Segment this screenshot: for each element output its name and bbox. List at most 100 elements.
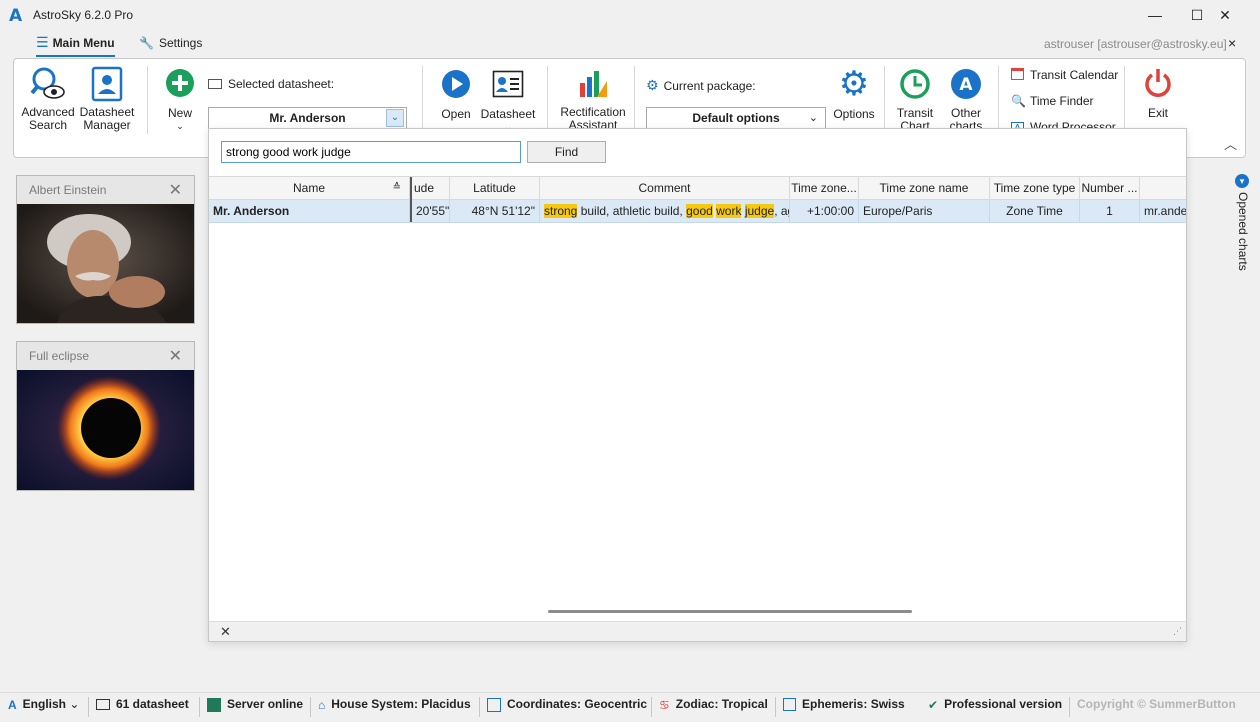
column-header-extra[interactable] (1140, 177, 1186, 200)
coordinates-label: Coordinates: Geocentric (507, 697, 648, 711)
current-package-label: ⚙ Current package: (646, 77, 756, 94)
minimize-button[interactable]: — (1141, 4, 1169, 26)
column-header-name[interactable]: Name ≙ (209, 177, 410, 200)
version-status: ✔ Professional version (928, 697, 1062, 712)
new-label: New (167, 106, 192, 120)
transit-calendar-button[interactable]: Transit Calendar (1011, 68, 1118, 82)
house-icon: ⌂ (318, 697, 326, 712)
language-label: English (22, 697, 67, 711)
house-system-label: House System: Placidus (331, 697, 471, 711)
card-header: Full eclipse ✕ (17, 342, 194, 370)
coordinates-status[interactable]: Coordinates: Geocentric (487, 697, 647, 712)
column-header-longitude[interactable]: ude (410, 177, 450, 200)
power-icon (1145, 69, 1171, 97)
column-header-label: Name (292, 181, 325, 195)
time-finder-label: Time Finder (1029, 94, 1094, 108)
datasheet-count: 61 datasheet (96, 697, 189, 711)
column-header-comment[interactable]: Comment (540, 177, 790, 200)
zodiac-status[interactable]: ♋ Zodiac: Tropical (659, 697, 768, 712)
ribbon-divider (998, 66, 999, 134)
word-processor-label: Word Processor (1030, 120, 1116, 128)
open-label: Open (441, 107, 471, 121)
language-selector[interactable]: A English ⌄ (8, 697, 79, 712)
cell-comment: strong build, athletic build, good work … (540, 200, 790, 222)
chart-card-eclipse[interactable]: Full eclipse ✕ (16, 341, 195, 491)
column-header-number[interactable]: Number ... (1080, 177, 1140, 200)
svg-text:A: A (959, 75, 973, 95)
column-header-latitude[interactable]: Latitude (450, 177, 540, 200)
ribbon-divider (547, 66, 548, 134)
datasheet-manager-label: Datasheet Manager (79, 105, 135, 132)
current-package-combo[interactable]: Default options ⌄ (646, 107, 826, 129)
transit-chart-button[interactable]: Transit Chart (892, 68, 938, 133)
column-header-timezone-type[interactable]: Time zone type (990, 177, 1080, 200)
cell-timezone-type: Zone Time (990, 200, 1080, 222)
full-eclipse-image (17, 370, 194, 490)
id-card-icon (208, 79, 222, 89)
tab-main-menu[interactable]: ☰ Main Menu (36, 34, 115, 57)
cell-name: Mr. Anderson (209, 200, 410, 222)
column-header-timezone-name[interactable]: Time zone name (859, 177, 990, 200)
resize-grip-icon[interactable]: ⋰ (1173, 626, 1182, 637)
close-window-button[interactable]: ✕ (1211, 4, 1239, 26)
popup-footer: ✕ ⋰ (209, 621, 1186, 641)
advanced-search-icon (30, 67, 65, 99)
options-gear-icon: ⚙ (838, 65, 870, 103)
house-system-status[interactable]: ⌂ House System: Placidus (318, 697, 471, 712)
options-button[interactable]: ⚙ Options (832, 67, 876, 121)
close-card-icon[interactable]: ✕ (169, 180, 182, 200)
opened-charts-tab[interactable]: Opened charts (1236, 192, 1250, 271)
ribbon-divider (634, 66, 635, 134)
word-processor-button[interactable]: AWord Processor (1011, 120, 1116, 128)
chevron-down-icon: ⌄ (69, 697, 80, 711)
advanced-search-label: Advanced Search (21, 105, 75, 132)
server-status: Server online (207, 697, 303, 712)
cell-number: 1 (1080, 200, 1140, 222)
tab-settings[interactable]: 🔧 Settings (139, 36, 202, 50)
advanced-search-button[interactable]: Advanced Search (20, 66, 76, 132)
card-title: Full eclipse (29, 349, 90, 363)
ephemeris-status[interactable]: Ephemeris: Swiss (783, 697, 905, 712)
selected-datasheet-label: Selected datasheet: (208, 77, 334, 91)
ribbon-divider (147, 66, 148, 134)
chart-card-einstein[interactable]: Albert Einstein ✕ (16, 175, 195, 324)
close-ribbon-button[interactable]: × (1228, 35, 1236, 51)
status-divider (1069, 697, 1070, 717)
search-input[interactable] (221, 141, 521, 163)
wrench-icon: 🔧 (139, 36, 154, 50)
datasheet-manager-button[interactable]: Datasheet Manager (78, 66, 136, 132)
selected-datasheet-combo[interactable]: Mr. Anderson ⌄ (208, 107, 407, 129)
close-popup-icon[interactable]: ✕ (220, 624, 231, 640)
close-card-icon[interactable]: ✕ (169, 346, 182, 366)
card-header: Albert Einstein ✕ (17, 176, 194, 204)
datasheet-count-label: 61 datasheet (116, 697, 189, 711)
maximize-button[interactable]: ☐ (1183, 4, 1211, 26)
datasheet-button[interactable]: Datasheet ⌄ (480, 70, 536, 134)
grid-header: Name ≙ ude Latitude Comment Time zone...… (209, 176, 1186, 200)
open-button[interactable]: Open (437, 69, 475, 121)
status-divider (479, 697, 480, 717)
exit-button[interactable]: Exit (1138, 67, 1178, 120)
column-header-timezone[interactable]: Time zone... (790, 177, 859, 200)
copyright-label: Copyright © SummerButton (1077, 697, 1236, 711)
find-button[interactable]: Find (527, 141, 606, 163)
new-button[interactable]: New ⌄ (161, 68, 199, 133)
time-finder-button[interactable]: 🔍 Time Finder (1011, 94, 1094, 108)
card-title: Albert Einstein (29, 183, 107, 197)
shield-check-icon: ✔ (928, 697, 939, 712)
table-row[interactable]: Mr. Anderson 20'55" 48°N 51'12" strong b… (209, 200, 1186, 223)
gear-icon: ⚙ (646, 77, 659, 93)
horizontal-scrollbar[interactable] (548, 610, 912, 613)
cell-extra: mr.ander (1144, 204, 1186, 218)
options-label: Options (833, 107, 875, 121)
datasheet-icon (492, 70, 524, 98)
opened-charts-toggle-icon[interactable]: ▾ (1235, 174, 1249, 188)
datasheet-label: Datasheet (480, 107, 536, 121)
other-charts-button[interactable]: A Other charts (942, 68, 990, 133)
einstein-portrait-image (17, 204, 194, 323)
collapse-ribbon-icon[interactable]: ︿ (1224, 134, 1237, 153)
app-logo: A (9, 6, 23, 26)
cell-latitude: 48°N 51'12" (450, 200, 540, 222)
sort-ascending-icon: ≙ (392, 182, 401, 193)
rectification-assistant-button[interactable]: Rectification Assistant (558, 67, 628, 132)
